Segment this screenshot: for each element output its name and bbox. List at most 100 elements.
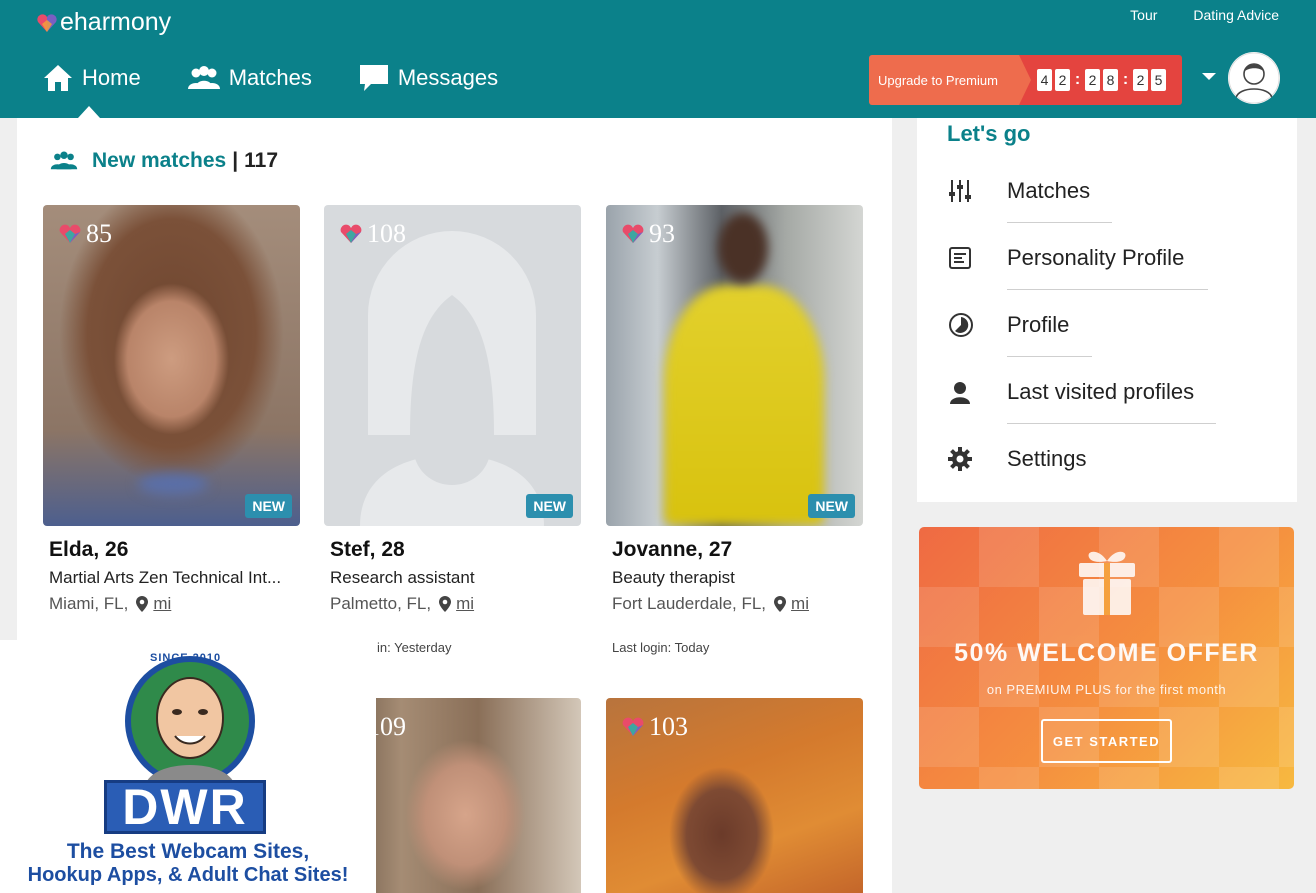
female-silhouette-icon xyxy=(360,231,544,526)
score-value: 85 xyxy=(86,219,112,248)
heart-logo-icon xyxy=(37,13,57,32)
match-name[interactable]: Jovanne, 27 xyxy=(612,538,732,562)
location-text: Miami, FL, xyxy=(49,594,129,613)
map-pin-icon xyxy=(774,596,787,612)
timer-digit: 5 xyxy=(1151,69,1166,91)
photo-blur-head xyxy=(718,213,768,283)
compatibility-score: 103 xyxy=(622,712,688,742)
get-started-button[interactable]: GET STARTED xyxy=(1041,719,1172,763)
last-login: Last login: Today xyxy=(612,640,710,655)
new-badge: NEW xyxy=(526,494,573,518)
main-nav: Home Matches Messages xyxy=(42,60,544,96)
people-icon xyxy=(187,66,220,89)
gear-icon xyxy=(948,447,972,471)
user-avatar[interactable] xyxy=(1228,52,1280,104)
sidebar-item-label: Matches xyxy=(1007,178,1091,203)
nav-matches[interactable]: Matches xyxy=(187,60,312,96)
sidebar-item-label: Last visited profiles xyxy=(1007,379,1195,404)
upgrade-label: Upgrade to Premium xyxy=(869,55,1031,105)
map-pin-icon xyxy=(439,596,452,612)
sidebar-item-label: Settings xyxy=(1007,446,1087,471)
match-occupation: Research assistant xyxy=(330,568,475,587)
home-icon xyxy=(44,65,72,91)
photo-blur-dress xyxy=(664,285,824,525)
timer-colon: : xyxy=(1074,71,1081,88)
gift-icon xyxy=(1079,551,1135,615)
new-matches-title[interactable]: New matches xyxy=(92,149,226,173)
match-name[interactable]: Elda, 26 xyxy=(49,538,128,562)
match-name[interactable]: Stef, 28 xyxy=(330,538,405,562)
welcome-offer-banner[interactable]: 50% WELCOME OFFER on PREMIUM PLUS for th… xyxy=(919,527,1294,789)
sliders-icon xyxy=(949,180,971,202)
score-value: 103 xyxy=(649,712,688,741)
divider xyxy=(1007,289,1208,290)
divider xyxy=(1007,423,1216,424)
heart-score-icon xyxy=(622,224,644,243)
location-text: Palmetto, FL, xyxy=(330,594,432,613)
timer-digit: 8 xyxy=(1103,69,1118,91)
sidebar-item-matches[interactable]: Matches xyxy=(947,178,1090,204)
tour-link[interactable]: Tour xyxy=(1130,7,1157,23)
timer-digit: 2 xyxy=(1055,69,1070,91)
chat-icon xyxy=(359,65,388,91)
divider xyxy=(1007,356,1092,357)
sidebar-item-profile[interactable]: Profile xyxy=(947,312,1069,338)
dwr-watermark: SINCE 2010 DWR The Best Webcam Sites, Ho… xyxy=(0,640,376,893)
match-location: Miami, FL, mi xyxy=(49,594,171,614)
match-occupation: Martial Arts Zen Technical Int... xyxy=(49,568,282,587)
document-icon xyxy=(949,247,971,269)
countdown-timer: 4 2 : 2 8 : 2 5 xyxy=(1019,55,1182,105)
compatibility-score: 93 xyxy=(622,219,675,249)
sidebar-item-settings[interactable]: Settings xyxy=(947,446,1087,472)
dwr-tagline-2: Hookup Apps, & Adult Chat Sites! xyxy=(27,864,349,886)
upgrade-premium-button[interactable]: Upgrade to Premium 4 2 : 2 8 : 2 5 xyxy=(869,55,1182,105)
new-matches-heading: New matches | 117 xyxy=(50,149,278,173)
match-location: Fort Lauderdale, FL, mi xyxy=(612,594,809,614)
lets-go-title: Let's go xyxy=(947,121,1031,146)
sidebar-item-last-visited[interactable]: Last visited profiles xyxy=(947,379,1194,405)
new-badge: NEW xyxy=(245,494,292,518)
nav-matches-label: Matches xyxy=(228,65,312,90)
account-dropdown-arrow[interactable] xyxy=(1202,73,1216,80)
dwr-mascot-logo xyxy=(125,656,255,786)
divider xyxy=(1007,222,1112,223)
heart-score-icon xyxy=(59,224,81,243)
match-photo[interactable]: 93 NEW xyxy=(606,205,863,526)
offer-subtitle: on PREMIUM PLUS for the first month xyxy=(986,682,1227,697)
offer-title: 50% WELCOME OFFER xyxy=(954,639,1259,667)
logo-text: eharmony xyxy=(60,8,172,36)
dwr-since: SINCE 2010 xyxy=(150,652,222,664)
heart-score-icon xyxy=(622,717,644,736)
nav-home[interactable]: Home xyxy=(42,60,141,96)
dating-advice-link[interactable]: Dating Advice xyxy=(1193,7,1279,23)
distance-link[interactable]: mi xyxy=(456,594,474,614)
top-links: Tour Dating Advice xyxy=(1130,7,1279,23)
nav-home-label: Home xyxy=(82,65,141,90)
score-value: 108 xyxy=(367,219,406,248)
timer-digit: 4 xyxy=(1037,69,1052,91)
nav-messages[interactable]: Messages xyxy=(358,60,498,96)
eharmony-logo[interactable]: eharmony xyxy=(36,8,171,37)
match-photo[interactable]: 85 NEW xyxy=(43,205,300,526)
nav-messages-label: Messages xyxy=(397,65,499,90)
score-value: 93 xyxy=(649,219,675,248)
heart-score-icon xyxy=(340,224,362,243)
distance-link[interactable]: mi xyxy=(791,594,809,614)
sidebar-item-label: Profile xyxy=(1007,312,1070,337)
dwr-tagline-1: The Best Webcam Sites, xyxy=(66,840,310,863)
distance-link[interactable]: mi xyxy=(153,594,171,614)
new-matches-count: 117 xyxy=(244,149,279,172)
match-location: Palmetto, FL, mi xyxy=(330,594,474,614)
progress-circle-icon xyxy=(949,313,973,337)
title-separator: | xyxy=(232,149,239,172)
match-photo[interactable]: 103 xyxy=(606,698,863,893)
people-icon xyxy=(50,151,78,170)
match-photo-placeholder[interactable]: 108 NEW xyxy=(324,205,581,526)
last-login: in: Yesterday xyxy=(377,640,452,655)
timer-colon: : xyxy=(1122,71,1129,88)
user-avatar-icon xyxy=(1228,52,1280,104)
active-nav-indicator xyxy=(78,106,100,118)
photo-blur-shape xyxy=(138,473,208,495)
sidebar-item-personality-profile[interactable]: Personality Profile xyxy=(947,245,1184,271)
map-pin-icon xyxy=(136,596,149,612)
